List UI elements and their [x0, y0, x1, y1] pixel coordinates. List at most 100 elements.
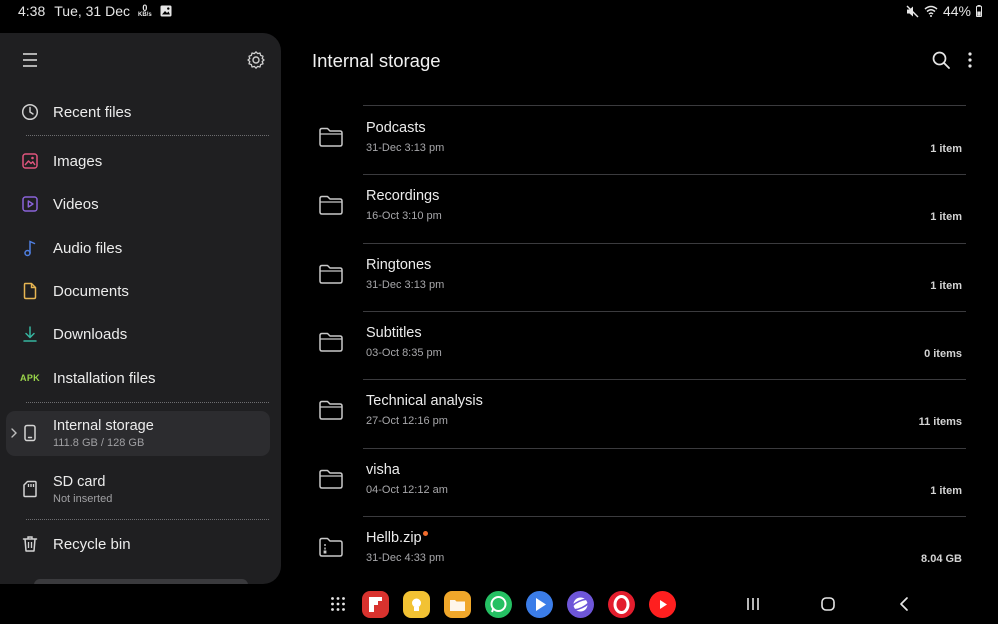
new-badge-dot [422, 530, 428, 536]
clock-icon [21, 103, 39, 121]
phone-storage-icon [24, 424, 36, 442]
file-row[interactable]: Hellb.zip 31-Dec 4:33 pm 8.04 GB [281, 516, 998, 584]
keep-notes-glyph-icon [412, 598, 421, 611]
nav-internal-storage[interactable]: Internal storage 111.8 GB / 128 GB [6, 411, 270, 456]
file-count: 0 items [924, 347, 962, 360]
more-options-icon[interactable] [963, 50, 977, 70]
storage-usage: 111.8 GB / 128 GB [53, 437, 145, 449]
play-app-icon[interactable] [526, 591, 553, 618]
file-date: 27-Oct 12:16 pm [366, 415, 448, 428]
divider [26, 135, 269, 136]
play-glyph-icon [536, 598, 546, 611]
divider [26, 519, 269, 520]
back-icon[interactable] [897, 596, 911, 612]
page-title: Internal storage [312, 50, 441, 71]
status-left: 4:38 Tue, 31 Dec 0 KB/s [18, 3, 172, 19]
file-count: 1 item [930, 143, 962, 155]
nav-videos[interactable]: Videos [0, 184, 281, 224]
nav-installation-files[interactable]: APK Installation files [0, 358, 281, 398]
file-row[interactable]: Ringtones 31-Dec 3:13 pm 1 item [281, 243, 998, 311]
file-name: Podcasts [366, 120, 426, 136]
nav-recent-files[interactable]: Recent files [0, 92, 281, 132]
nav-recycle-bin[interactable]: Recycle bin [0, 524, 281, 564]
taskbar [0, 584, 998, 624]
settings-gear-icon[interactable] [246, 50, 266, 70]
my-files-glyph-icon [450, 600, 465, 611]
status-date: Tue, 31 Dec [54, 3, 130, 19]
nav-images[interactable]: Images [0, 141, 281, 181]
opera-app-icon[interactable] [608, 591, 635, 618]
whatsapp-app-icon[interactable] [485, 591, 512, 618]
search-icon[interactable] [931, 50, 951, 70]
app-drawer-icon[interactable] [330, 596, 346, 612]
file-date: 31-Dec 3:13 pm [366, 142, 445, 154]
sd-card-title: SD card [53, 474, 106, 490]
samsung-internet-glyph-icon [570, 597, 591, 612]
file-count: 1 item [930, 484, 962, 497]
download-icon [23, 326, 37, 342]
whatsapp-glyph-icon [490, 596, 507, 613]
flipboard-app-icon[interactable] [362, 591, 389, 618]
file-date: 04-Oct 12:12 am [366, 483, 448, 496]
file-date: 03-Oct 8:35 pm [366, 346, 442, 359]
file-count: 1 item [930, 211, 962, 224]
nav-label: Recycle bin [53, 535, 131, 553]
samsung-internet-app-icon[interactable] [567, 591, 594, 618]
file-row[interactable]: Subtitles 03-Oct 8:35 pm 0 items [281, 311, 998, 379]
folder-icon [319, 332, 343, 352]
recent-apps-icon[interactable] [745, 596, 761, 612]
music-note-icon [24, 240, 36, 257]
keep-notes-app-icon[interactable] [403, 591, 430, 618]
main-panel: Internal storage Podcasts 31-Dec 3:13 pm 1… [281, 33, 998, 584]
apk-icon: APK [20, 368, 40, 388]
my-files-app-icon[interactable] [444, 591, 471, 618]
folder-icon [319, 264, 343, 284]
trash-icon [22, 536, 38, 552]
folder-icon [319, 127, 343, 147]
navigation-drawer: Recent files Images Videos Audio files D… [0, 33, 281, 584]
video-icon [22, 196, 38, 212]
status-bar: 4:38 Tue, 31 Dec 0 KB/s 44% [0, 0, 998, 22]
youtube-app-icon[interactable] [649, 591, 676, 618]
folder-icon [319, 469, 343, 489]
status-right: 44% [906, 3, 982, 19]
status-time: 4:38 [18, 3, 46, 19]
nav-documents[interactable]: Documents [0, 271, 281, 311]
file-list: Podcasts 31-Dec 3:13 pm 1 item Recordings 16… [281, 83, 998, 584]
file-count: 8.04 GB [921, 552, 962, 565]
zip-icon [319, 537, 343, 557]
file-name: Technical analysis [366, 393, 483, 410]
home-icon[interactable] [820, 596, 836, 612]
storage-title: Internal storage [53, 418, 154, 434]
apk-badge: APK [20, 373, 40, 383]
sd-card-status: Not inserted [53, 493, 113, 505]
document-icon [23, 282, 37, 300]
file-row[interactable]: Recordings 16-Oct 3:10 pm 1 item [281, 174, 998, 242]
divider [26, 402, 269, 403]
nav-label: Documents [53, 282, 129, 300]
file-name: Recordings [366, 188, 440, 205]
nav-downloads[interactable]: Downloads [0, 314, 281, 354]
file-row[interactable]: Podcasts 31-Dec 3:13 pm 1 item [281, 106, 998, 174]
flipboard-glyph-icon [369, 597, 382, 612]
file-name: Hellb.zip [366, 530, 428, 546]
nav-label: Videos [53, 195, 99, 213]
file-name: visha [366, 461, 400, 478]
nav-label: Recent files [53, 103, 132, 121]
file-count: 1 item [930, 279, 962, 292]
nav-label: Installation files [53, 369, 156, 387]
nav-sd-card[interactable]: SD card Not inserted [0, 467, 281, 512]
file-date: 31-Dec 4:33 pm [366, 551, 445, 564]
file-name: Ringtones [366, 256, 432, 273]
file-date: 31-Dec 3:13 pm [366, 278, 445, 291]
chevron-right-icon[interactable] [9, 426, 19, 440]
gallery-notification-icon [160, 5, 172, 17]
youtube-glyph-icon [660, 600, 667, 609]
mute-icon [906, 5, 919, 17]
file-count: 11 items [918, 416, 962, 429]
file-row[interactable]: visha 04-Oct 12:12 am 1 item [281, 448, 998, 516]
battery-percent: 44% [942, 3, 971, 19]
nav-audio-files[interactable]: Audio files [0, 228, 281, 268]
file-row[interactable]: Technical analysis 27-Oct 12:16 pm 11 item… [281, 379, 998, 447]
menu-icon[interactable] [20, 51, 40, 69]
